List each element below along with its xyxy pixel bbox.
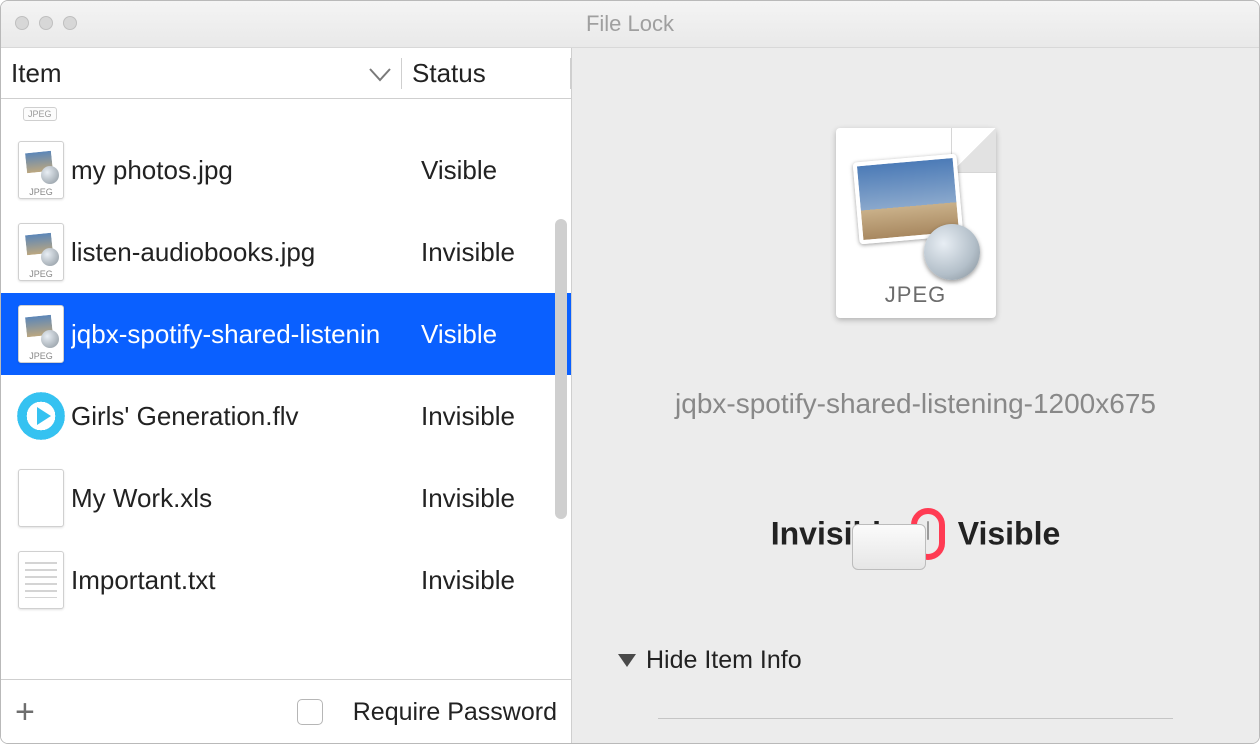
table-row[interactable]: Girls' Generation.flv Invisible bbox=[1, 375, 571, 457]
traffic-lights bbox=[15, 16, 77, 30]
divider bbox=[658, 718, 1173, 719]
file-status: Invisible bbox=[421, 483, 561, 514]
window-title: File Lock bbox=[1, 11, 1259, 37]
blank-file-icon bbox=[11, 469, 71, 527]
column-item-label: Item bbox=[11, 58, 62, 89]
minimize-icon[interactable] bbox=[39, 16, 53, 30]
file-status: Invisible bbox=[421, 237, 561, 268]
jpeg-file-icon: JPEG bbox=[11, 305, 71, 363]
magnifier-icon bbox=[924, 224, 980, 280]
table-row[interactable]: Important.txt Invisible bbox=[1, 539, 571, 621]
zoom-icon[interactable] bbox=[63, 16, 77, 30]
disclosure-triangle-icon bbox=[618, 654, 636, 667]
titlebar: File Lock bbox=[1, 1, 1259, 48]
column-headers: Item Status bbox=[1, 48, 571, 99]
file-name: my photos.jpg bbox=[71, 155, 421, 186]
column-item[interactable]: Item bbox=[1, 58, 402, 89]
table-row-selected[interactable]: JPEG jqbx-spotify-shared-listenin Visibl… bbox=[1, 293, 571, 375]
window: File Lock Item Status JPEG bbox=[0, 0, 1260, 744]
column-status-label: Status bbox=[412, 58, 486, 88]
hide-item-info-toggle[interactable]: Hide Item Info bbox=[618, 646, 802, 675]
file-name: jqbx-spotify-shared-listenin bbox=[71, 319, 421, 350]
txt-file-icon bbox=[11, 551, 71, 609]
file-name: listen-audiobooks.jpg bbox=[71, 237, 421, 268]
visibility-toggle[interactable] bbox=[927, 521, 929, 540]
file-name: My Work.xls bbox=[71, 483, 421, 514]
chevron-down-icon bbox=[369, 58, 391, 89]
jpeg-badge: JPEG bbox=[23, 107, 57, 121]
file-list-panel: Item Status JPEG JPEG my photos.jpg Visi… bbox=[1, 48, 572, 744]
jpeg-file-icon: JPEG bbox=[11, 141, 71, 199]
flv-file-icon bbox=[11, 392, 71, 440]
file-name: Important.txt bbox=[71, 565, 421, 596]
require-password-label: Require Password bbox=[353, 698, 557, 727]
toggle-label-visible: Visible bbox=[958, 516, 1061, 552]
add-button[interactable]: + bbox=[15, 695, 65, 729]
file-name: Girls' Generation.flv bbox=[71, 401, 421, 432]
close-icon[interactable] bbox=[15, 16, 29, 30]
annotation-highlight bbox=[911, 508, 945, 560]
table-row[interactable]: JPEG my photos.jpg Visible bbox=[1, 129, 571, 211]
format-badge: JPEG bbox=[836, 282, 996, 308]
scrollbar[interactable] bbox=[555, 219, 567, 519]
visibility-toggle-area: Invisible Visible bbox=[572, 508, 1259, 560]
jpeg-file-icon: JPEG bbox=[11, 223, 71, 281]
file-status: Invisible bbox=[421, 565, 561, 596]
detail-filename: jqbx-spotify-shared-listening-1200x675 bbox=[592, 388, 1239, 420]
detail-panel: JPEG jqbx-spotify-shared-listening-1200x… bbox=[572, 48, 1259, 744]
content: Item Status JPEG JPEG my photos.jpg Visi… bbox=[1, 48, 1259, 744]
file-status: Visible bbox=[421, 155, 561, 186]
table-row-partial-top[interactable]: JPEG bbox=[1, 99, 571, 129]
table-row[interactable]: JPEG listen-audiobooks.jpg Invisible bbox=[1, 211, 571, 293]
hide-item-info-label: Hide Item Info bbox=[646, 646, 802, 675]
require-password-checkbox[interactable] bbox=[297, 699, 323, 725]
file-status: Invisible bbox=[421, 401, 561, 432]
page-icon: JPEG bbox=[836, 128, 996, 318]
footer-bar: + Require Password bbox=[1, 679, 571, 744]
file-list[interactable]: JPEG JPEG my photos.jpg Visible JPEG lis… bbox=[1, 99, 571, 679]
file-status: Visible bbox=[421, 319, 561, 350]
file-preview: JPEG bbox=[836, 128, 996, 318]
table-row[interactable]: My Work.xls Invisible bbox=[1, 457, 571, 539]
column-status[interactable]: Status bbox=[402, 58, 571, 89]
